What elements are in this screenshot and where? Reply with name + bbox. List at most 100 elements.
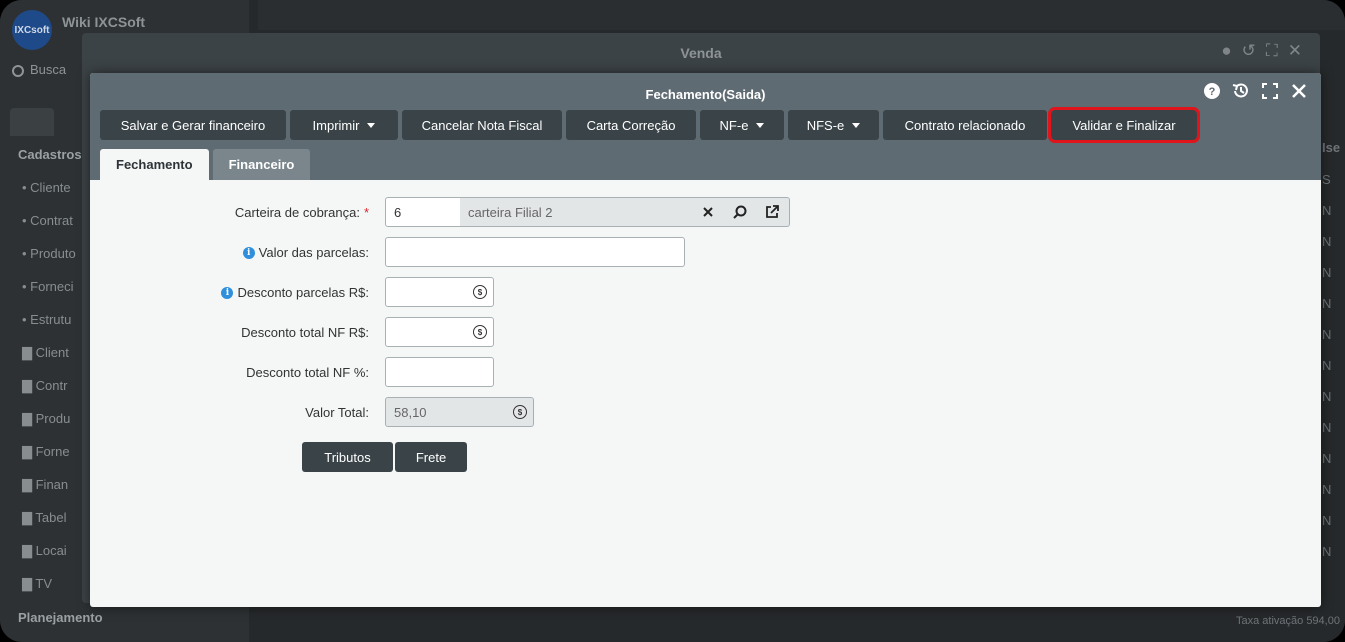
sidebar-folder[interactable]: ▇ Client [22,345,69,361]
caret-down-icon [367,122,376,128]
button-label: Salvar e Gerar financeiro [120,117,266,133]
history-icon[interactable]: ↺ [1242,41,1256,61]
sidebar-folder[interactable]: ▇ Produ [22,411,70,427]
frete-button[interactable]: Frete [395,442,467,472]
dialog-toolbar: Salvar e Gerar financeiro Imprimir Cance… [100,107,1200,143]
cell: N [1322,420,1332,435]
cell: N [1322,296,1332,311]
dialog-header: Fechamento(Saida) ? Salvar e Gerar finan… [90,73,1321,180]
button-label: Contrato relacionado [904,117,1026,133]
background-footer: Taxa ativação 594,00 [1236,615,1340,627]
button-label: Validar e Finalizar [1072,117,1176,133]
sidebar-folder[interactable]: ▇ Contr [22,378,67,394]
button-label: Carta Correção [586,117,676,133]
close-icon[interactable] [1289,81,1309,101]
button-label: Cancelar Nota Fiscal [421,117,543,133]
caret-down-icon [852,122,861,128]
open-external-icon[interactable] [763,203,781,221]
currency-icon: $ [473,285,487,299]
info-icon[interactable]: i [242,246,255,259]
venda-window-controls: ● ↺ ⛶ ✕ [1221,41,1302,61]
required-marker: * [363,205,369,220]
salvar-gerar-financeiro-button[interactable]: Salvar e Gerar financeiro [100,110,286,140]
history-icon[interactable] [1231,81,1251,101]
maximize-icon[interactable] [1260,81,1280,101]
search-icon [12,64,24,77]
app-name: Wiki IXCSoft [62,14,146,30]
desconto-total-nf-rs-label: Desconto total NF R$: [241,325,369,340]
svg-text:?: ? [1209,86,1216,98]
sidebar-item[interactable]: • Estrutu [22,312,71,327]
column-header: Ise [1322,140,1341,155]
dialog-tabs: Fechamento Financeiro [100,149,311,180]
valor-total-field: 58,10 $ [385,397,534,427]
clear-icon[interactable] [699,203,717,221]
dialog-title: Fechamento(Saida) [645,87,766,102]
help-icon[interactable]: ● [1221,41,1231,61]
sidebar-item[interactable]: • Produto [22,246,76,261]
sidebar-item[interactable]: • Cliente [22,180,71,195]
desconto-total-nf-rs-input[interactable]: $ [385,317,494,347]
carteira-id-input[interactable]: 6 [385,197,461,227]
label-text: Desconto total NF R$: [241,325,369,340]
sidebar-folder[interactable]: ▇ Tabel [22,510,66,526]
validar-finalizar-button[interactable]: Validar e Finalizar [1048,107,1200,143]
cell: N [1322,327,1332,342]
currency-icon: $ [473,325,487,339]
label-text: Desconto total NF %: [246,365,369,380]
cell: N [1322,513,1332,528]
sidebar-folder[interactable]: ▇ Locai [22,543,67,559]
label-text: Carteira de cobrança: [234,205,360,220]
sidebar-folder[interactable]: ▇ TV [22,576,52,592]
background-right-column: Ise S N N N N N N N N N N N N [1322,140,1340,575]
maximize-icon[interactable]: ⛶ [1266,41,1278,61]
imprimir-button[interactable]: Imprimir [290,110,398,140]
background-topbar [258,0,1345,30]
label-text: Valor das parcelas: [258,245,369,260]
desconto-total-nf-pct-input[interactable] [385,357,494,387]
nfse-button[interactable]: NFS-e [788,110,879,140]
desconto-parcelas-input[interactable]: $ [385,277,494,307]
currency-icon: $ [513,405,527,419]
screen: IXCsoft Wiki IXCSoft Busca Cadastros • C… [0,0,1345,642]
search-placeholder: Busca [30,62,67,77]
label-text: Desconto parcelas R$: [237,285,369,300]
fechamento-form: Carteira de cobrança: * 6 carteira Filial… [90,180,1321,607]
tab-fechamento[interactable]: Fechamento [100,149,209,180]
carteira-desc-text: carteira Filial 2 [468,204,553,220]
cell: N [1322,389,1332,404]
carteira-actions [699,203,781,221]
sidebar-tab-icon[interactable] [10,108,54,136]
carta-correcao-button[interactable]: Carta Correção [566,110,696,140]
label-text: Valor Total: [305,405,369,420]
button-label: NFS-e [806,117,845,133]
desconto-parcelas-label: i Desconto parcelas R$: [221,285,369,300]
sidebar-item[interactable]: • Forneci [22,279,74,294]
section-planejamento[interactable]: Planejamento [18,610,103,625]
cell: N [1322,203,1332,218]
fechamento-dialog: Fechamento(Saida) ? Salvar e Gerar finan… [90,73,1321,607]
sidebar-folder[interactable]: ▇ Forne [22,444,70,460]
search-icon[interactable] [731,203,749,221]
tributos-button[interactable]: Tributos [302,442,393,472]
nfe-button[interactable]: NF-e [700,110,784,140]
help-icon[interactable]: ? [1202,81,1222,101]
cell: N [1322,265,1332,280]
caret-down-icon [756,122,765,128]
cell: N [1322,451,1332,466]
cancelar-nota-fiscal-button[interactable]: Cancelar Nota Fiscal [402,110,562,140]
info-icon[interactable]: i [221,286,234,299]
carteira-description: carteira Filial 2 [460,197,790,227]
app-logo: IXCsoft [12,10,52,50]
button-label: NF-e [719,117,749,133]
valor-parcelas-input[interactable] [385,237,685,267]
contrato-relacionado-button[interactable]: Contrato relacionado [883,110,1047,140]
sidebar-item[interactable]: • Contrat [22,213,73,228]
sidebar-folder[interactable]: ▇ Finan [22,477,68,493]
cell: S [1322,172,1331,187]
close-icon[interactable]: ✕ [1288,41,1302,61]
tab-financeiro[interactable]: Financeiro [212,149,311,180]
section-cadastros[interactable]: Cadastros [18,147,82,162]
valor-parcelas-label: i Valor das parcelas: [242,245,369,260]
desconto-total-nf-pct-label: Desconto total NF %: [246,365,369,380]
